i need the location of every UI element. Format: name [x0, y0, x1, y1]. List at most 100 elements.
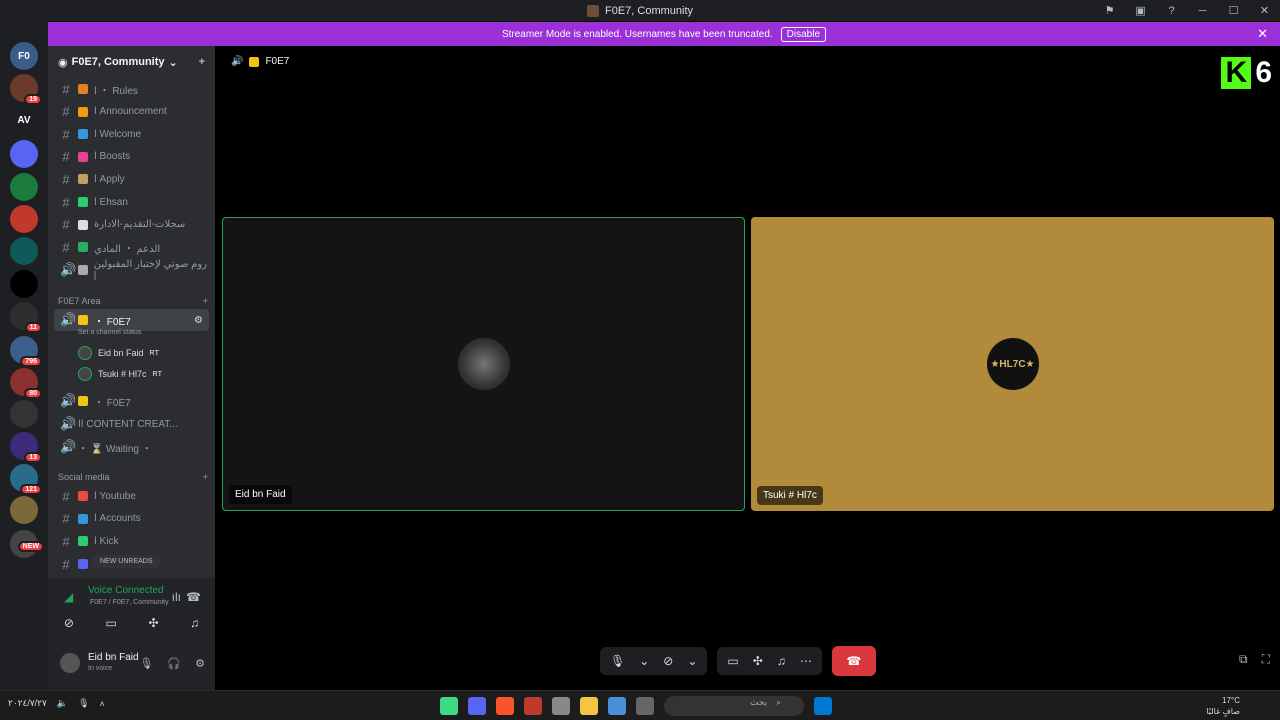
- weather-widget[interactable]: 17°C صافٍ غالبًا: [1206, 695, 1240, 717]
- server-icon[interactable]: [10, 400, 38, 428]
- headphones-icon[interactable]: 🎧: [167, 657, 181, 670]
- microphone-icon[interactable]: 🎙: [139, 657, 153, 670]
- category-social-media[interactable]: Social media +: [58, 472, 208, 482]
- gear-icon[interactable]: ⚙: [195, 657, 205, 670]
- fullscreen-icon[interactable]: ⛶: [1262, 652, 1270, 667]
- server-icon[interactable]: NEW: [10, 530, 44, 558]
- disconnect-icon[interactable]: ☎: [186, 590, 201, 604]
- server-icon[interactable]: [10, 496, 38, 524]
- unread-badge: 796: [20, 356, 42, 367]
- close-window-button[interactable]: ✕: [1249, 4, 1280, 17]
- server-name: F0E7, Community: [71, 56, 165, 68]
- channel-item[interactable]: # ا Welcome: [54, 123, 209, 145]
- volume-icon[interactable]: 🔈: [57, 698, 68, 709]
- invite-icon[interactable]: +: [199, 56, 205, 68]
- participant-tile[interactable]: Eid bn Faid: [222, 217, 745, 511]
- channel-item[interactable]: # سجلات-التقديم-الادارة: [54, 214, 209, 236]
- store-icon[interactable]: [608, 697, 626, 715]
- screen-share-icon[interactable]: ▭: [727, 654, 738, 668]
- screen-icon[interactable]: ▣: [1125, 4, 1156, 17]
- server-icon[interactable]: 19: [10, 74, 42, 105]
- server-icon[interactable]: 13: [10, 432, 42, 463]
- crown-icon: [249, 56, 260, 67]
- microphone-icon[interactable]: 🎙: [78, 698, 89, 709]
- start-icon[interactable]: [814, 697, 832, 715]
- server-icon[interactable]: [10, 173, 38, 201]
- more-icon[interactable]: ⋯: [800, 654, 812, 668]
- discord-app-icon[interactable]: [468, 697, 486, 715]
- new-unreads-button[interactable]: NEW UNREADS: [92, 555, 161, 568]
- hang-up-button[interactable]: ☎: [831, 646, 876, 676]
- chevron-down-icon[interactable]: ⌄: [639, 654, 649, 668]
- task-view-icon[interactable]: [636, 697, 654, 715]
- chevron-down-icon[interactable]: ⌄: [687, 654, 697, 668]
- category-f0e7-area[interactable]: F0E7 Area +: [58, 296, 208, 306]
- soundboard-icon[interactable]: ♫: [190, 616, 199, 630]
- weather-text: صافٍ غالبًا: [1206, 707, 1240, 716]
- user-name[interactable]: Eid bn Faid: [88, 652, 139, 663]
- channel-item[interactable]: # ا ・ Rules: [54, 78, 209, 100]
- channel-item[interactable]: # ا Boosts: [54, 146, 209, 168]
- channel-item[interactable]: # ا Youtube: [54, 485, 209, 507]
- server-icon[interactable]: 121: [10, 464, 42, 495]
- channel-item[interactable]: # الدعم ・ المادي: [54, 236, 209, 258]
- server-icon[interactable]: [10, 140, 38, 168]
- avatar[interactable]: [60, 653, 80, 673]
- voice-connected-title[interactable]: Voice Connected: [88, 585, 164, 596]
- channel-label: اا CONTENT CREAT...: [78, 418, 178, 430]
- channel-item[interactable]: # ا Accounts: [54, 508, 209, 530]
- channel-item[interactable]: # ا Ehsan: [54, 191, 209, 213]
- plus-icon[interactable]: +: [203, 296, 208, 306]
- activities-icon[interactable]: ✣: [753, 654, 763, 668]
- app-icon[interactable]: [440, 697, 458, 715]
- channel-item[interactable]: # ا Announcement: [54, 101, 209, 123]
- call-view: 🔊 F0E7 K 6 Eid bn Faid ★HL7C★ Tsuki # Hl…: [215, 46, 1280, 690]
- channel-item[interactable]: # ا Kick: [54, 530, 209, 552]
- channel-item[interactable]: # ا Apply: [54, 168, 209, 190]
- voice-user[interactable]: Tsuki # Hl7c RT: [78, 364, 162, 384]
- participant-tile[interactable]: ★HL7C★ Tsuki # Hl7c: [751, 217, 1274, 511]
- close-icon[interactable]: ✕: [1257, 26, 1268, 42]
- app-icon[interactable]: [524, 697, 542, 715]
- server-icon[interactable]: 11: [10, 302, 42, 333]
- plus-icon[interactable]: +: [203, 472, 208, 482]
- channel-status[interactable]: Set a channel status: [78, 329, 141, 336]
- channel-item[interactable]: 🔊 روم صوتي لإختبار المقبولين |: [54, 259, 209, 281]
- minimize-button[interactable]: ─: [1187, 5, 1218, 17]
- noise-icon[interactable]: ılı: [172, 590, 181, 604]
- chevron-up-icon[interactable]: ˄: [100, 699, 105, 709]
- soundboard-icon[interactable]: ♫: [777, 654, 786, 668]
- taskbar-date: ٢٠٢٤/٧/٢٧: [8, 698, 47, 708]
- brave-app-icon[interactable]: [496, 697, 514, 715]
- microphone-icon[interactable]: 🎙: [610, 654, 625, 668]
- camera-off-icon[interactable]: ⊘: [64, 616, 74, 630]
- camera-off-icon[interactable]: ⊘: [663, 654, 673, 668]
- avatar: [78, 346, 92, 360]
- activities-icon[interactable]: ✣: [148, 616, 158, 630]
- screen-share-icon[interactable]: ▭: [106, 616, 117, 630]
- server-icon[interactable]: [10, 237, 38, 265]
- server-icon[interactable]: [10, 270, 38, 298]
- channel-item[interactable]: 🔊 ・ F0E7: [54, 390, 209, 412]
- participant-name: Tsuki # Hl7c: [757, 486, 823, 505]
- server-icon[interactable]: 796: [10, 336, 42, 367]
- popout-icon[interactable]: ⧉: [1239, 652, 1248, 667]
- server-header[interactable]: ◉ F0E7, Community ⌄ +: [48, 46, 215, 78]
- file-explorer-icon[interactable]: [580, 697, 598, 715]
- gear-icon[interactable]: ⚙: [194, 315, 209, 326]
- inbox-icon[interactable]: ⚑: [1094, 4, 1125, 17]
- voice-channel-f0e7[interactable]: 🔊 ・ F0E7 ⚙: [54, 309, 209, 331]
- server-icon[interactable]: AV: [10, 106, 38, 134]
- maximize-button[interactable]: ☐: [1218, 4, 1249, 17]
- server-icon[interactable]: 80: [10, 368, 42, 399]
- voice-user[interactable]: Eid bn Faid RT: [78, 343, 159, 363]
- server-icon[interactable]: F0: [10, 42, 38, 70]
- search-input[interactable]: بحث ⌕: [664, 696, 804, 716]
- mouse-app-icon[interactable]: [552, 697, 570, 715]
- disable-button[interactable]: Disable: [780, 26, 827, 42]
- server-icon[interactable]: [10, 205, 38, 233]
- channel-item[interactable]: 🔊 ・ ⌛ Waiting ・: [54, 436, 209, 458]
- channel-item[interactable]: 🔊 اا CONTENT CREAT...: [54, 413, 209, 435]
- participant-avatar: ★HL7C★: [986, 338, 1039, 390]
- help-icon[interactable]: ?: [1156, 5, 1187, 17]
